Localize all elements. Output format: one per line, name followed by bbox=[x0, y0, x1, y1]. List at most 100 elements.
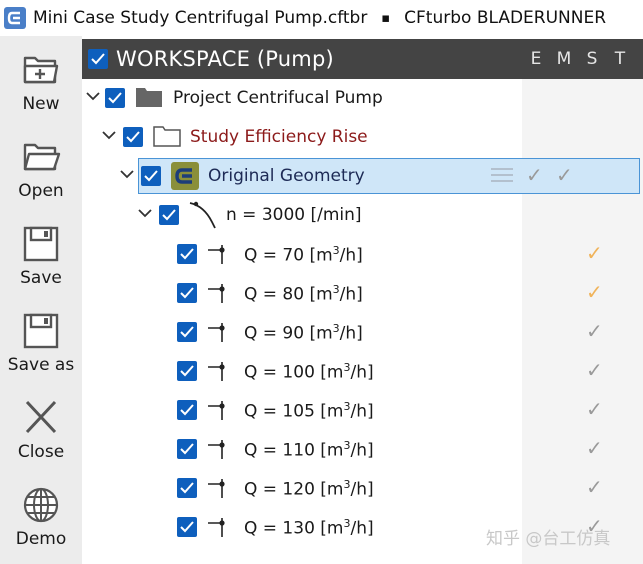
checkmark-icon bbox=[180, 365, 194, 377]
point-unit-exponent: 3 bbox=[332, 244, 340, 257]
study-folder-icon bbox=[153, 126, 181, 147]
tree-row-point[interactable]: Q = 120 [m3/h] ✓ bbox=[82, 469, 643, 508]
chevron-down-icon[interactable] bbox=[86, 91, 100, 101]
operating-point-icon bbox=[208, 245, 225, 264]
title-bar: Mini Case Study Centrifugal Pump.cftbr ▪… bbox=[0, 0, 643, 36]
tree-row-point[interactable]: Q = 70 [m3/h] ✓ bbox=[82, 235, 643, 274]
point-flow-text: Q = 80 [m bbox=[244, 284, 333, 305]
checkmark-icon bbox=[108, 92, 122, 104]
point-checkbox[interactable] bbox=[177, 439, 197, 459]
checkmark-icon bbox=[180, 248, 194, 260]
point-unit-text: /h] bbox=[350, 362, 374, 383]
tree-row-point[interactable]: Q = 105 [m3/h] ✓ bbox=[82, 391, 643, 430]
point-checkbox[interactable] bbox=[177, 322, 197, 342]
point-checkbox[interactable] bbox=[177, 244, 197, 264]
operating-point-icon bbox=[208, 284, 225, 303]
tree-row-study[interactable]: Study Efficiency Rise bbox=[82, 118, 643, 157]
point-unit-exponent: 3 bbox=[332, 322, 340, 335]
watermark: 知乎 @台工仿真 bbox=[486, 529, 611, 549]
tree-row-point[interactable]: Q = 90 [m3/h] ✓ bbox=[82, 313, 643, 352]
geometry-checkbox[interactable] bbox=[141, 166, 161, 186]
file-title: Mini Case Study Centrifugal Pump.cftbr bbox=[33, 8, 368, 28]
point-status-check-icon: ✓ bbox=[586, 397, 603, 421]
chevron-down-icon[interactable] bbox=[138, 208, 152, 218]
point-flow-text: Q = 70 [m bbox=[244, 245, 333, 266]
point-checkbox[interactable] bbox=[177, 478, 197, 498]
tree-row-point[interactable]: Q = 110 [m3/h] ✓ bbox=[82, 430, 643, 469]
point-flow-text: Q = 100 [m bbox=[244, 362, 344, 383]
speed-curve-icon bbox=[189, 201, 216, 229]
close-x-icon bbox=[25, 400, 57, 434]
point-status-check-icon: ✓ bbox=[586, 280, 603, 304]
checkmark-icon bbox=[180, 326, 194, 338]
close-button[interactable]: Close bbox=[0, 392, 82, 474]
speed-checkbox[interactable] bbox=[159, 205, 179, 225]
column-t[interactable]: T bbox=[610, 49, 630, 69]
point-status-check-icon: ✓ bbox=[586, 241, 603, 265]
point-unit-text: /h] bbox=[350, 440, 374, 461]
save-disk-icon bbox=[23, 226, 59, 262]
point-unit-text: /h] bbox=[339, 245, 363, 266]
open-button[interactable]: Open bbox=[0, 131, 82, 213]
point-checkbox[interactable] bbox=[177, 400, 197, 420]
hamburger-menu-icon[interactable] bbox=[490, 167, 514, 183]
point-checkbox[interactable] bbox=[177, 361, 197, 381]
save-button[interactable]: Save bbox=[0, 218, 82, 300]
geometry-status-s-check-icon: ✓ bbox=[556, 163, 573, 187]
study-label: Study Efficiency Rise bbox=[190, 127, 368, 147]
column-m[interactable]: M bbox=[554, 49, 574, 69]
save-as-button[interactable]: Save as bbox=[0, 305, 82, 387]
new-label: New bbox=[22, 94, 60, 114]
point-label: Q = 120 [m3/h] bbox=[244, 478, 374, 500]
checkmark-icon bbox=[162, 209, 176, 221]
operating-point-icon bbox=[208, 479, 225, 498]
tree-row-project[interactable]: Project Centrifucal Pump bbox=[82, 79, 643, 118]
chevron-down-icon[interactable] bbox=[120, 169, 134, 179]
point-unit-text: /h] bbox=[339, 323, 363, 344]
column-s[interactable]: S bbox=[582, 49, 602, 69]
operating-point-icon bbox=[208, 518, 225, 537]
checkmark-icon bbox=[180, 521, 194, 533]
demo-label: Demo bbox=[15, 529, 67, 549]
open-label: Open bbox=[18, 181, 64, 201]
point-checkbox[interactable] bbox=[177, 517, 197, 537]
study-checkbox[interactable] bbox=[123, 127, 143, 147]
point-label: Q = 70 [m3/h] bbox=[244, 244, 363, 266]
demo-button[interactable]: Demo bbox=[0, 479, 82, 561]
tree-row-point[interactable]: Q = 100 [m3/h] ✓ bbox=[82, 352, 643, 391]
point-unit-text: /h] bbox=[350, 401, 374, 422]
open-folder-icon bbox=[23, 143, 61, 171]
point-label: Q = 110 [m3/h] bbox=[244, 439, 374, 461]
point-checkbox[interactable] bbox=[177, 283, 197, 303]
operating-point-icon bbox=[208, 323, 225, 342]
tree-row-speed[interactable]: n = 3000 [/min] bbox=[82, 196, 643, 235]
checkmark-icon bbox=[180, 443, 194, 455]
title-separator: ▪ bbox=[381, 10, 391, 26]
save-as-label: Save as bbox=[7, 355, 75, 375]
point-label: Q = 80 [m3/h] bbox=[244, 283, 363, 305]
project-label: Project Centrifucal Pump bbox=[173, 88, 383, 108]
project-tree: Project Centrifucal Pump Study Efficienc… bbox=[82, 79, 643, 564]
point-status-check-icon: ✓ bbox=[586, 475, 603, 499]
globe-icon bbox=[23, 487, 59, 523]
left-toolbar: New Open Save Save as Close Demo bbox=[0, 36, 82, 564]
checkmark-icon bbox=[126, 131, 140, 143]
geometry-label: Original Geometry bbox=[208, 166, 365, 186]
tree-row-point[interactable]: Q = 80 [m3/h] ✓ bbox=[82, 274, 643, 313]
point-unit-text: /h] bbox=[339, 284, 363, 305]
point-unit-exponent: 3 bbox=[332, 283, 340, 296]
column-e[interactable]: E bbox=[526, 49, 546, 69]
point-flow-text: Q = 105 [m bbox=[244, 401, 344, 422]
geometry-status-m-check-icon: ✓ bbox=[526, 163, 543, 187]
operating-point-icon bbox=[208, 362, 225, 381]
project-checkbox[interactable] bbox=[105, 88, 125, 108]
cfturbo-logo-icon bbox=[4, 7, 26, 29]
tree-row-geometry[interactable]: Original Geometry ✓ ✓ bbox=[82, 157, 643, 196]
point-status-check-icon: ✓ bbox=[586, 319, 603, 343]
chevron-down-icon[interactable] bbox=[102, 130, 116, 140]
new-button[interactable]: New bbox=[0, 44, 82, 126]
point-status-check-icon: ✓ bbox=[586, 436, 603, 460]
workspace-checkbox[interactable] bbox=[88, 49, 108, 69]
operating-point-icon bbox=[208, 401, 225, 420]
point-flow-text: Q = 120 [m bbox=[244, 479, 344, 500]
